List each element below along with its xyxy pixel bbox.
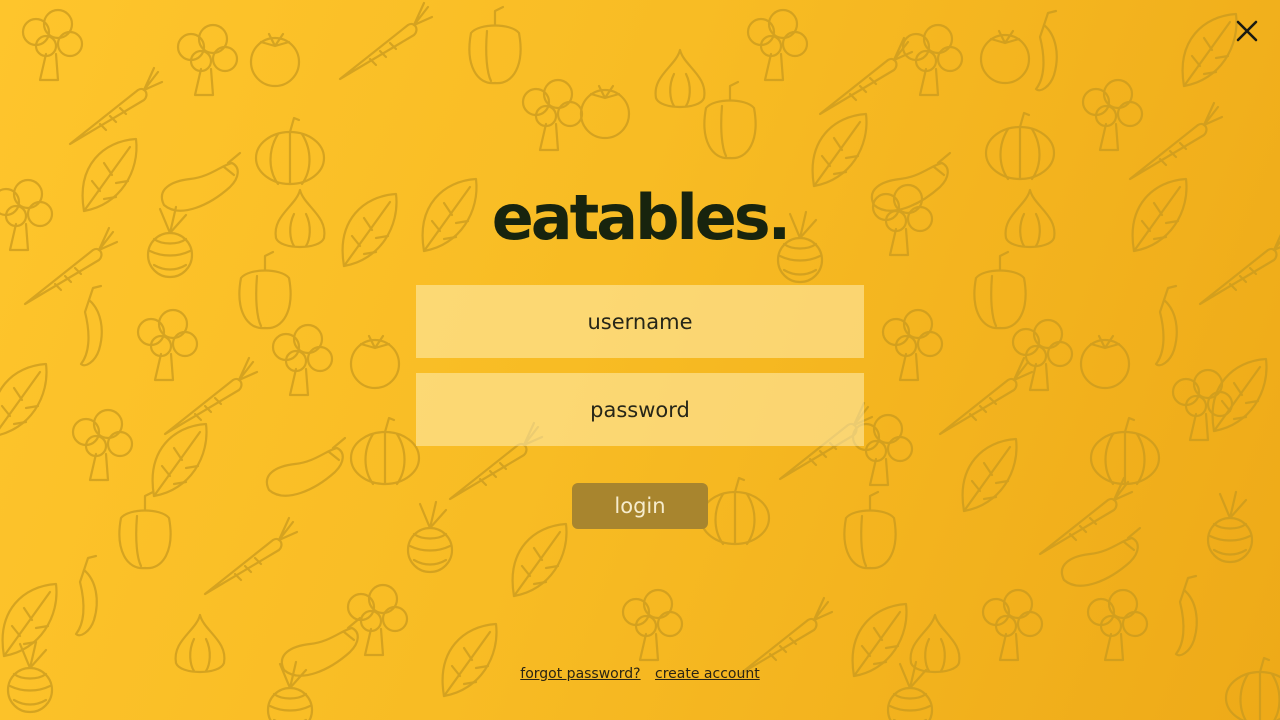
close-icon [1236, 20, 1258, 42]
password-input[interactable] [416, 373, 864, 446]
close-button[interactable] [1230, 14, 1264, 48]
app-logo: eatables. [491, 181, 792, 254]
forgot-password-link[interactable]: forgot password? [520, 666, 640, 682]
create-account-link[interactable]: create account [655, 666, 760, 682]
account-links: forgot password? create account [0, 666, 1280, 682]
username-input[interactable] [416, 285, 864, 358]
login-button[interactable]: login [572, 483, 708, 529]
vegetable-pattern-background [0, 1, 1280, 720]
